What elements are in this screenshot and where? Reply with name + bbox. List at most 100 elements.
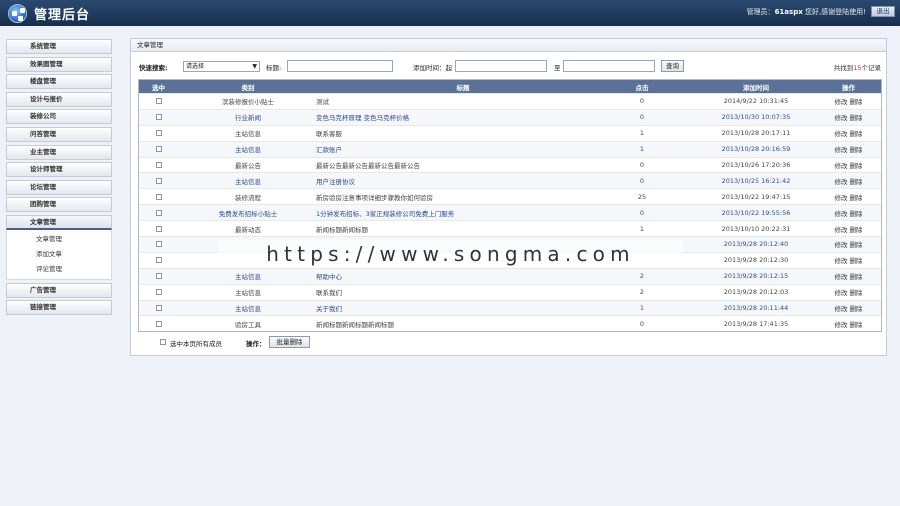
time-to-input[interactable] [563,60,655,72]
edit-link[interactable]: 修改 [835,160,848,170]
delete-link[interactable]: 删除 [850,176,863,186]
row-title[interactable]: 关于我们 [316,301,642,316]
row-title[interactable]: 最新公告最新公告最新公告最新公告 [316,158,642,173]
submenu-item[interactable]: 评论管理 [7,262,111,277]
row-checkbox[interactable] [155,241,162,248]
submenu-item[interactable]: 添加文章 [7,247,111,262]
edit-link[interactable]: 修改 [835,287,848,297]
row-title[interactable]: 变色马克杯原理 变色马克杯价格 [316,110,642,125]
row-clicks: 1 [639,304,645,313]
row-title[interactable]: 测试 [316,94,642,109]
edit-link[interactable]: 修改 [835,303,848,313]
delete-link[interactable]: 删除 [850,96,863,106]
delete-link[interactable]: 删除 [850,128,863,138]
sidebar-item[interactable]: 设计师管理 [6,162,112,178]
category-select[interactable]: 请选择 ▼ [183,61,260,72]
row-category[interactable]: 免费发布招标小贴士 [178,205,318,220]
edit-link[interactable]: 修改 [835,255,848,265]
delete-link[interactable]: 删除 [850,208,863,218]
sidebar-item[interactable]: 论坛管理 [6,179,112,195]
row-clicks: 1 [639,129,645,138]
row-select-cell [139,253,178,268]
submenu-item[interactable]: 文章管理 [7,232,111,247]
delete-link[interactable]: 删除 [850,224,863,234]
sidebar-item[interactable]: 效果图管理 [6,56,112,72]
sidebar-item[interactable]: 文章管理 [6,214,112,230]
sidebar-item[interactable]: 装修公司 [6,109,112,125]
row-title[interactable]: 帮助中心 [316,269,642,284]
edit-link[interactable]: 修改 [835,208,848,218]
delete-link[interactable]: 删除 [850,271,863,281]
row-checkbox[interactable] [155,98,162,105]
delete-link[interactable]: 删除 [850,255,863,265]
edit-link[interactable]: 修改 [835,224,848,234]
category-select-value: 请选择 [186,63,205,70]
row-category[interactable]: 主站信息 [178,301,318,316]
row-title[interactable]: 联系我们 [316,285,642,300]
row-checkbox[interactable] [155,146,162,153]
row-title[interactable]: 新闻标题新闻标题新闻标题 [316,316,642,331]
sidebar-item[interactable]: 链接管理 [6,300,112,316]
row-checkbox[interactable] [155,193,162,200]
row-checkbox[interactable] [155,289,162,296]
delete-link[interactable]: 删除 [850,144,863,154]
select-all-checkbox[interactable] [160,339,166,345]
edit-link[interactable]: 修改 [835,96,848,106]
row-checkbox[interactable] [155,225,162,232]
sidebar-item[interactable]: 问答管理 [6,126,112,142]
delete-link[interactable]: 删除 [850,319,863,329]
title-label: 标题: [266,64,282,72]
row-category[interactable]: 行业新闻 [178,110,318,125]
edit-link[interactable]: 修改 [835,239,848,249]
row-select-cell [139,126,178,141]
logout-button[interactable]: 退出 [871,6,895,17]
record-count-prefix: 共找到 [833,64,854,72]
row-title[interactable]: 用户注册协议 [316,173,642,188]
edit-link[interactable]: 修改 [835,176,848,186]
row-title[interactable]: 联系客服 [316,126,642,141]
edit-link[interactable]: 修改 [835,192,848,202]
title-input[interactable] [287,60,393,72]
row-ops: 修改 删除 [814,142,883,157]
edit-link[interactable]: 修改 [835,128,848,138]
time-from-input[interactable] [455,60,547,72]
query-button[interactable]: 查询 [661,60,684,72]
row-checkbox[interactable] [155,114,162,121]
row-category[interactable]: 主站信息 [178,142,318,157]
row-category[interactable]: 主站信息 [178,269,318,284]
row-checkbox[interactable] [155,273,162,280]
sidebar-item[interactable]: 系统管理 [6,39,112,54]
delete-link[interactable]: 删除 [850,303,863,313]
row-checkbox[interactable] [155,177,162,184]
sidebar-item[interactable]: 团购管理 [6,197,112,213]
delete-link[interactable]: 删除 [850,192,863,202]
edit-link[interactable]: 修改 [835,112,848,122]
edit-link[interactable]: 修改 [835,144,848,154]
row-title[interactable]: 汇款账户 [316,142,642,157]
delete-link[interactable]: 删除 [850,287,863,297]
row-category[interactable]: 主站信息 [178,173,318,188]
batch-delete-button[interactable]: 批量删除 [269,336,310,348]
row-checkbox[interactable] [155,305,162,312]
sidebar-item[interactable]: 广告管理 [6,282,112,298]
sidebar-item[interactable]: 业主管理 [6,144,112,160]
row-checkbox[interactable] [155,257,162,264]
delete-link[interactable]: 删除 [850,239,863,249]
delete-link[interactable]: 删除 [850,112,863,122]
row-category: 最新动态 [235,225,261,234]
row-checkbox[interactable] [155,162,162,168]
row-title[interactable]: 新闻标题新闻标题 [316,221,642,236]
row-ops: 修改 删除 [814,189,883,204]
row-checkbox[interactable] [155,130,162,137]
sidebar-item[interactable]: 楼盘管理 [6,74,112,90]
edit-link[interactable]: 修改 [835,319,848,329]
row-checkbox[interactable] [155,209,162,216]
row-title[interactable]: 1分钟发布招标、3家正规装修公司免费上门服务 [316,205,642,220]
sidebar-item[interactable]: 设计与报价 [6,91,112,107]
table-row: 最新公告 最新公告最新公告最新公告最新公告 0 2013/10/26 17:20:36… [139,156,881,173]
edit-link[interactable]: 修改 [835,271,848,281]
row-title[interactable]: 新房验房注意事项详细步骤教你如何验房 [316,189,642,204]
delete-link[interactable]: 删除 [850,160,863,170]
row-checkbox[interactable] [155,320,162,327]
record-count: 共找到15个记录 [834,62,881,72]
